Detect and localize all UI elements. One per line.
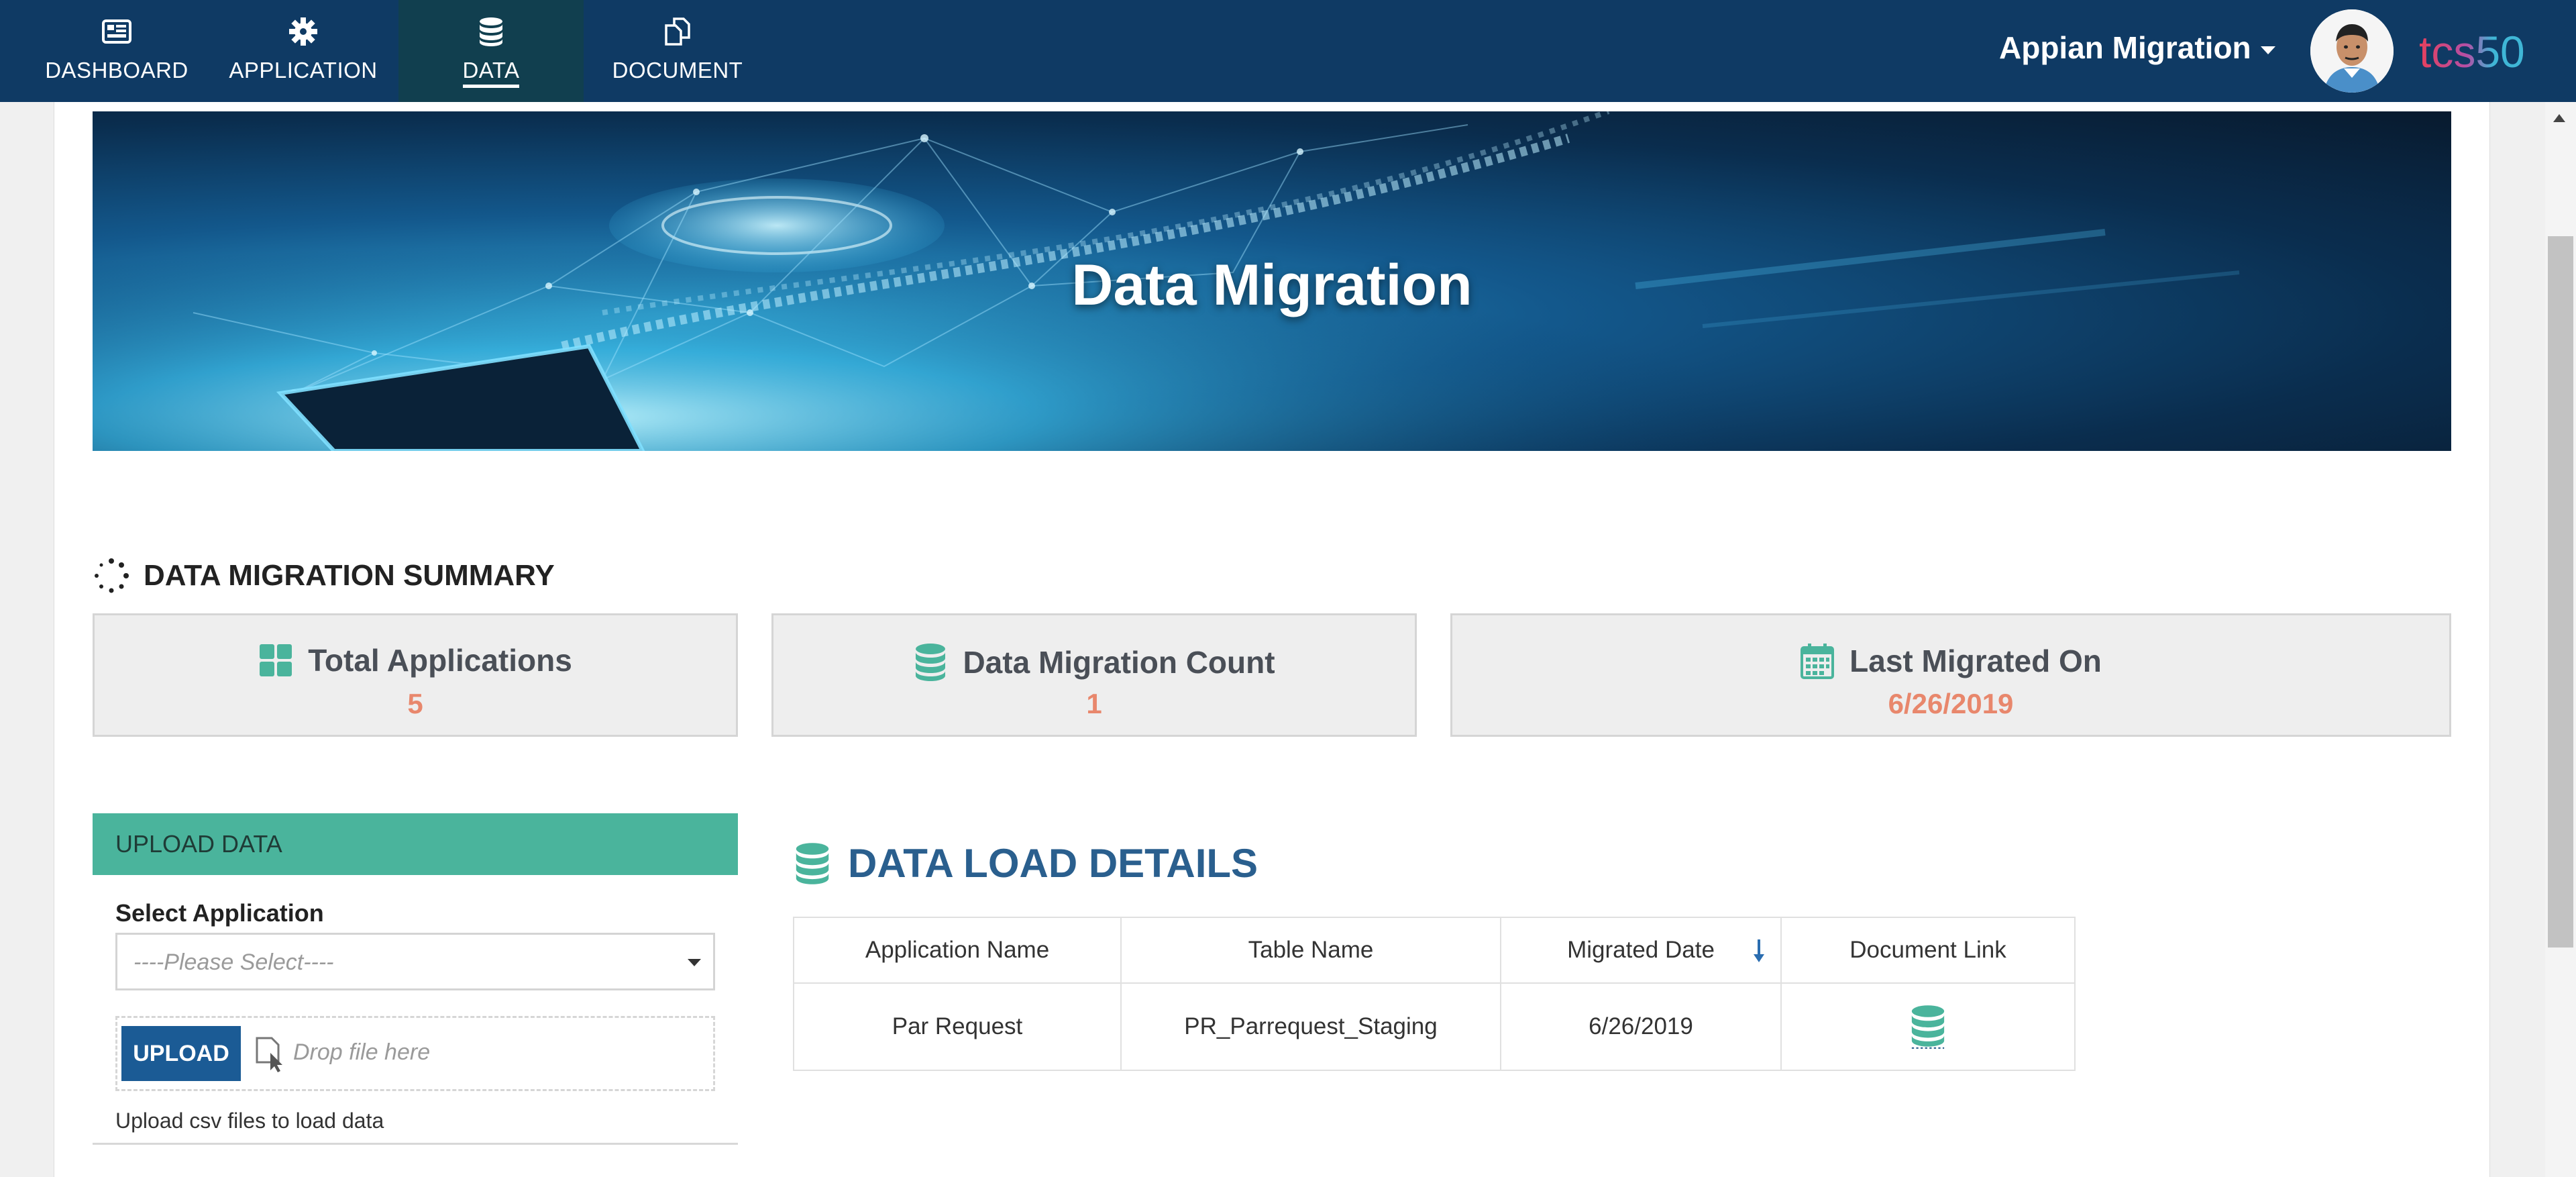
summary-card-data-migration-count: Data Migration Count 1 [771, 613, 1417, 737]
column-header-table-name[interactable]: Table Name [1122, 918, 1501, 982]
top-navigation-bar: DASHBOARD APPLICATION DATA DOCUMENT Appi… [0, 0, 2576, 102]
upload-panel-header: UPLOAD DATA [93, 813, 738, 875]
nav-item-document[interactable]: DOCUMENT [601, 0, 754, 102]
details-title-text: DATA LOAD DETAILS [848, 841, 1258, 886]
select-application-label: Select Application [115, 899, 324, 927]
cell-migrated-date: 6/26/2019 [1501, 984, 1782, 1070]
cell-table-name: PR_Parrequest_Staging [1122, 984, 1501, 1070]
dashboard-icon [102, 19, 131, 44]
user-photo [2310, 9, 2394, 93]
column-header-application-name[interactable]: Application Name [794, 918, 1122, 982]
calendar-icon [1801, 644, 1835, 679]
grid-icon [260, 644, 292, 676]
upload-data-panel: UPLOAD DATA Select Application ----Pleas… [93, 813, 738, 1145]
database-icon [796, 842, 829, 884]
card-value: 5 [407, 688, 423, 719]
user-menu-dropdown[interactable]: Appian Migration [1999, 30, 2275, 66]
nav-label-application: APPLICATION [229, 58, 378, 83]
nav-label-document: DOCUMENT [612, 58, 743, 83]
table-row: Par Request PR_Parrequest_Staging 6/26/2… [794, 984, 2074, 1070]
column-header-label: Migrated Date [1567, 937, 1715, 963]
file-drop-zone[interactable]: UPLOAD Drop file here [115, 1016, 715, 1091]
nav-item-application[interactable]: APPLICATION [223, 0, 384, 102]
card-label: Last Migrated On [1849, 644, 2102, 678]
cell-document-link [1782, 984, 2074, 1070]
drop-file-text: Drop file here [293, 1039, 431, 1065]
copy-document-icon [665, 17, 690, 46]
data-load-details-title: DATA LOAD DETAILS [793, 840, 1258, 886]
summary-title-text: DATA MIGRATION SUMMARY [144, 559, 555, 592]
gear-icon [289, 17, 317, 46]
nav-label-data: DATA [462, 58, 520, 83]
active-tab-indicator [463, 85, 519, 88]
data-load-table: Application Name Table Name Migrated Dat… [793, 917, 2076, 1071]
nav-label-dashboard: DASHBOARD [45, 58, 189, 83]
spinner-icon [95, 558, 129, 593]
caret-down-icon [2260, 46, 2275, 54]
avatar[interactable] [2310, 9, 2394, 93]
chevron-down-icon [688, 959, 701, 966]
brand-text: tcs50 [2419, 27, 2525, 76]
select-placeholder: ----Please Select---- [133, 950, 334, 975]
summary-card-total-applications: Total Applications 5 [93, 613, 738, 737]
scroll-up-arrow-icon[interactable] [2553, 114, 2565, 122]
vertical-scrollbar[interactable] [2545, 102, 2576, 1177]
database-icon [916, 644, 946, 681]
nav-item-dashboard[interactable]: DASHBOARD [38, 0, 196, 102]
nav-item-data[interactable]: DATA [398, 0, 584, 102]
upload-hint-text: Upload csv files to load data [115, 1109, 384, 1133]
card-value: 1 [1086, 688, 1102, 719]
brand-logo: tcs50 [2419, 27, 2525, 76]
summary-section-title: DATA MIGRATION SUMMARY [93, 557, 555, 595]
database-icon[interactable] [1909, 1004, 1947, 1050]
application-select[interactable]: ----Please Select---- [115, 933, 715, 990]
file-cursor-icon [256, 1037, 282, 1072]
cell-application-name: Par Request [794, 984, 1122, 1070]
column-header-document-link[interactable]: Document Link [1782, 918, 2074, 982]
sort-descending-icon[interactable] [1752, 938, 1766, 964]
column-header-migrated-date[interactable]: Migrated Date [1501, 918, 1782, 982]
database-icon [480, 17, 502, 46]
hero-banner: Data Migration [93, 111, 2451, 451]
card-label: Data Migration Count [963, 645, 1275, 680]
upload-button[interactable]: UPLOAD [121, 1026, 241, 1081]
banner-title: Data Migration [1071, 253, 1472, 317]
card-value: 6/26/2019 [1888, 688, 2014, 719]
card-label: Total Applications [308, 643, 572, 678]
summary-card-last-migrated-on: Last Migrated On 6/26/2019 [1450, 613, 2451, 737]
table-header-row: Application Name Table Name Migrated Dat… [794, 918, 2074, 984]
user-name: Appian Migration [1999, 30, 2251, 65]
scroll-thumb[interactable] [2548, 236, 2573, 948]
